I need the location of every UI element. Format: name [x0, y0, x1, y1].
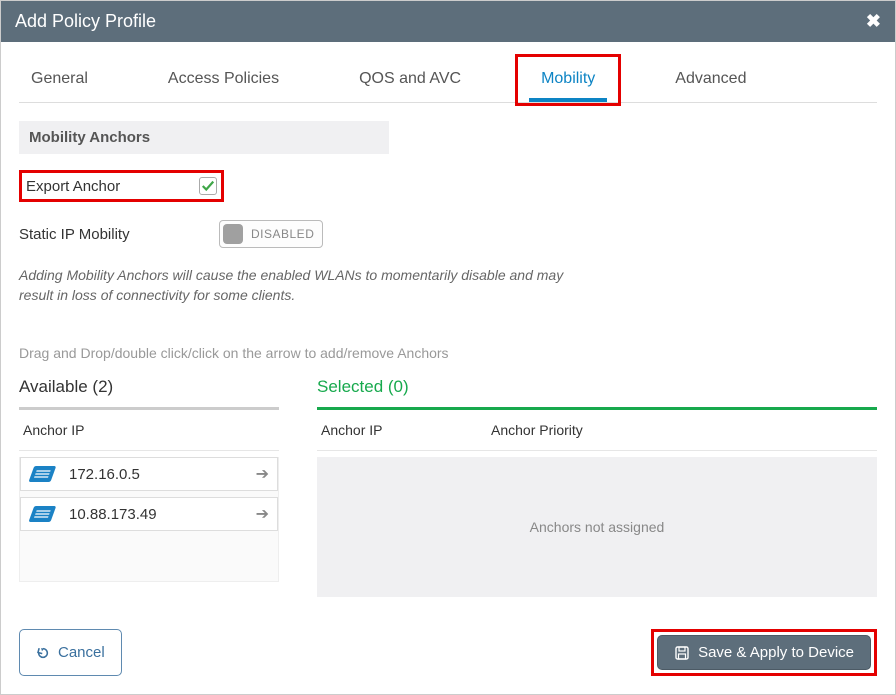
cancel-button-label: Cancel: [58, 644, 105, 661]
callout-highlight: Save & Apply to Device: [651, 629, 877, 676]
export-anchor-label: Export Anchor: [26, 178, 120, 195]
save-apply-button[interactable]: Save & Apply to Device: [657, 635, 871, 670]
anchor-ip-text: 10.88.173.49: [69, 506, 256, 523]
help-text: Adding Mobility Anchors will cause the e…: [19, 266, 579, 305]
static-ip-mobility-toggle[interactable]: DISABLED: [219, 220, 323, 248]
modal-body: General Access Policies QOS and AVC Mobi…: [1, 60, 895, 615]
row-export-anchor: Export Anchor: [19, 170, 877, 202]
modal-title: Add Policy Profile: [15, 11, 156, 32]
device-icon: [29, 504, 57, 524]
selected-title: Selected (0): [317, 377, 877, 410]
available-column: Available (2) Anchor IP 172.16.0.5 ➔: [19, 377, 279, 597]
header-anchor-ip: Anchor IP: [321, 422, 491, 438]
undo-icon: [36, 646, 50, 660]
empty-text: Anchors not assigned: [530, 519, 665, 535]
callout-highlight: Export Anchor: [19, 170, 224, 202]
instruction-text: Drag and Drop/double click/click on the …: [19, 345, 877, 361]
anchor-columns: Available (2) Anchor IP 172.16.0.5 ➔: [19, 377, 877, 597]
modal-footer: Cancel Save & Apply to Device: [1, 615, 895, 694]
save-button-label: Save & Apply to Device: [698, 644, 854, 661]
tab-mobility[interactable]: Mobility: [529, 60, 607, 102]
row-static-ip-mobility: Static IP Mobility DISABLED: [19, 220, 877, 248]
header-anchor-priority: Anchor Priority: [491, 422, 873, 438]
tabs: General Access Policies QOS and AVC Mobi…: [19, 60, 877, 103]
anchor-ip-text: 172.16.0.5: [69, 466, 256, 483]
header-anchor-ip: Anchor IP: [23, 422, 275, 438]
check-icon: [201, 179, 215, 193]
close-icon[interactable]: ✖: [866, 11, 881, 32]
cancel-button[interactable]: Cancel: [19, 629, 122, 676]
toggle-knob: [223, 224, 243, 244]
toggle-state-text: DISABLED: [251, 227, 314, 241]
arrow-right-icon[interactable]: ➔: [256, 504, 269, 524]
selected-column: Selected (0) Anchor IP Anchor Priority A…: [317, 377, 877, 597]
section-mobility-anchors-header: Mobility Anchors: [19, 121, 389, 154]
tab-access-policies[interactable]: Access Policies: [156, 60, 291, 102]
export-anchor-checkbox[interactable]: [199, 177, 217, 195]
save-icon: [674, 645, 690, 661]
available-title: Available (2): [19, 377, 279, 410]
section-title: Mobility Anchors: [29, 129, 379, 146]
available-header-row: Anchor IP: [19, 410, 279, 451]
tab-qos-avc[interactable]: QOS and AVC: [347, 60, 473, 102]
list-item[interactable]: 10.88.173.49 ➔: [20, 497, 278, 531]
selected-empty: Anchors not assigned: [317, 457, 877, 597]
selected-header-row: Anchor IP Anchor Priority: [317, 410, 877, 451]
tab-advanced[interactable]: Advanced: [663, 60, 758, 102]
tab-general[interactable]: General: [19, 60, 100, 102]
list-item[interactable]: 172.16.0.5 ➔: [20, 457, 278, 491]
add-policy-profile-modal: Add Policy Profile ✖ General Access Poli…: [0, 0, 896, 695]
arrow-right-icon[interactable]: ➔: [256, 464, 269, 484]
device-icon: [29, 464, 57, 484]
modal-header: Add Policy Profile ✖: [1, 1, 895, 42]
available-list: 172.16.0.5 ➔ 10.88.173.49 ➔: [19, 457, 279, 582]
static-ip-mobility-label: Static IP Mobility: [19, 226, 219, 243]
